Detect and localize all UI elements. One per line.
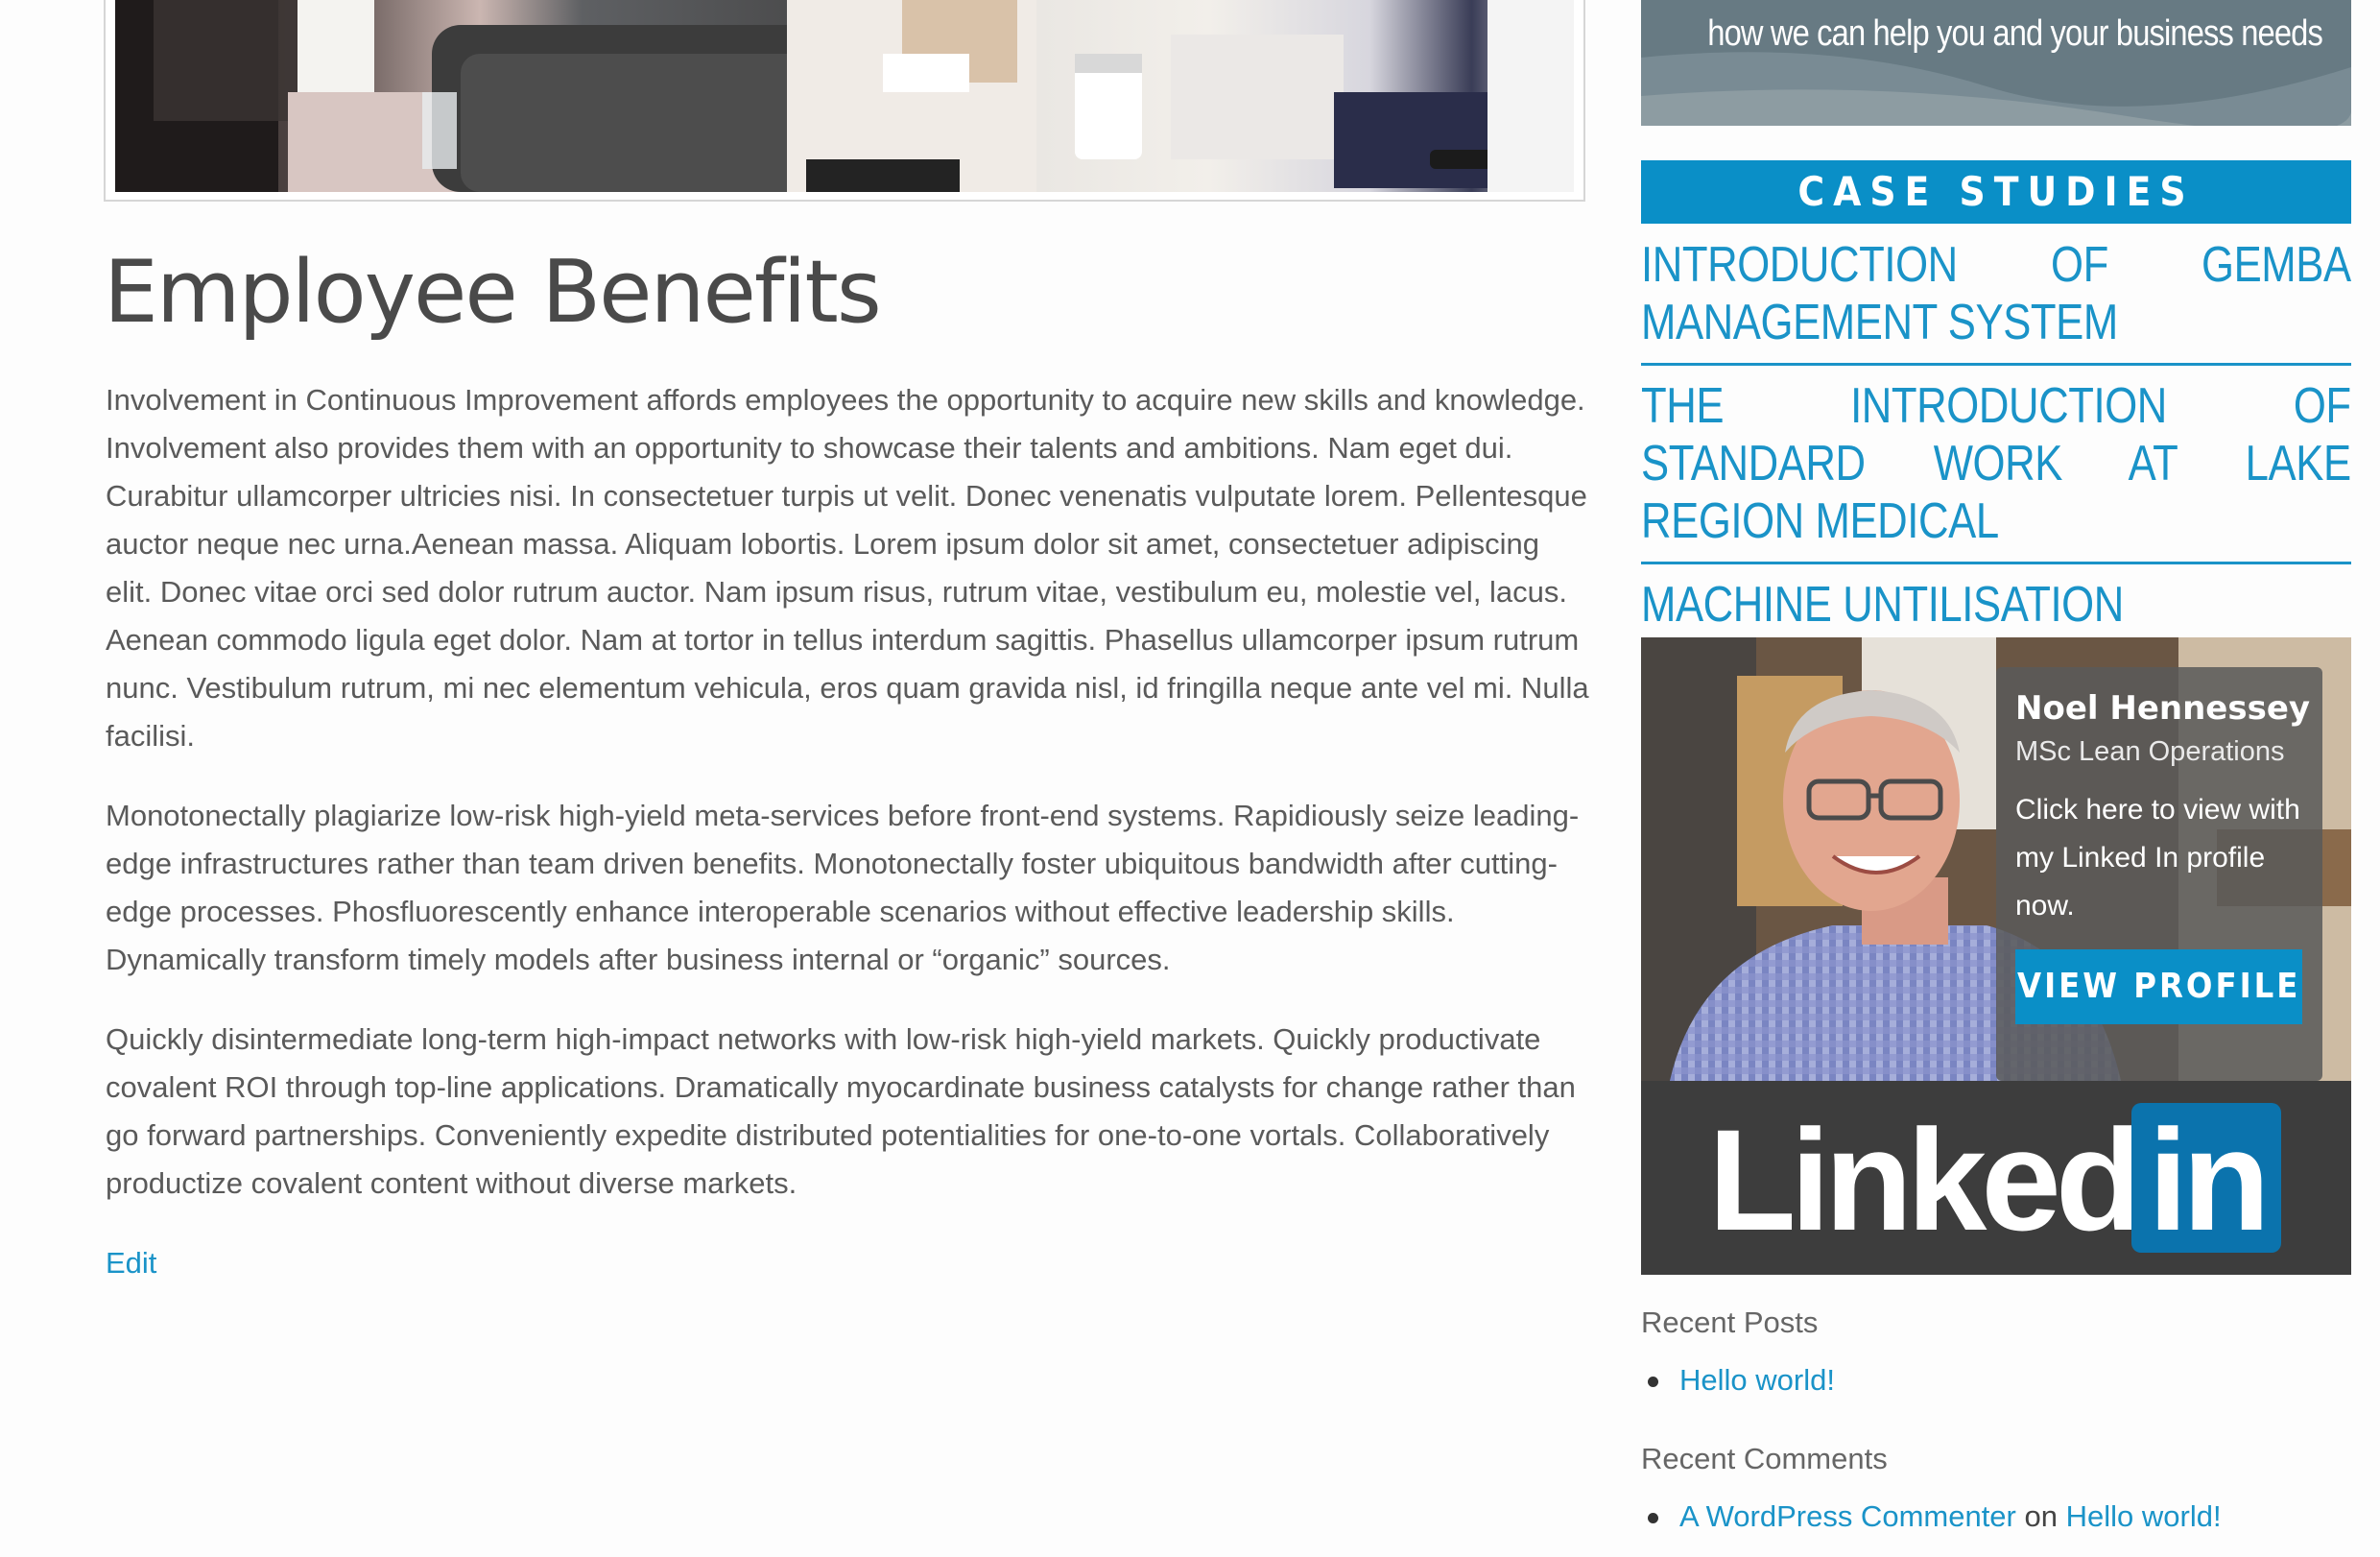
article-paragraph: Monotonectally plagiarize low-risk high-…	[106, 799, 1580, 976]
linkedin-icon: in	[2131, 1103, 2281, 1253]
comment-post-link[interactable]: Hello world!	[2066, 1499, 2222, 1533]
article-paragraph: Quickly disintermediate long-term high-i…	[106, 1022, 1576, 1200]
view-profile-button[interactable]: VIEW PROFILE	[2015, 949, 2303, 1024]
edit-link[interactable]: Edit	[106, 1246, 156, 1280]
case-study-item: THE INTRODUCTION OF STANDARD WORK AT LAK…	[1641, 377, 2351, 564]
list-item: Hello world!	[1641, 1363, 1835, 1398]
recent-comments-list: A WordPress Commenter on Hello world!	[1641, 1499, 2222, 1534]
case-studies-list: INTRODUCTION OF GEMBA MANAGEMENT SYSTEM …	[1641, 236, 2351, 659]
recent-comments-heading: Recent Comments	[1641, 1442, 1888, 1475]
case-study-link[interactable]: THE INTRODUCTION OF STANDARD WORK AT LAK…	[1641, 377, 2351, 550]
comment-author-link[interactable]: A WordPress Commenter	[1679, 1499, 2016, 1533]
comment-connector: on	[2024, 1499, 2058, 1533]
case-study-item: INTRODUCTION OF GEMBA MANAGEMENT SYSTEM	[1641, 236, 2351, 366]
linkedin-logo-bar: Linked in	[1641, 1081, 2351, 1275]
list-item: A WordPress Commenter on Hello world!	[1641, 1499, 2222, 1534]
case-study-link[interactable]: INTRODUCTION OF GEMBA MANAGEMENT SYSTEM	[1641, 236, 2351, 351]
recent-post-link[interactable]: Hello world!	[1679, 1363, 1835, 1397]
profile-description: Click here to view with my Linked In pro…	[2015, 794, 2300, 922]
recent-posts-heading: Recent Posts	[1641, 1305, 1819, 1339]
article-paragraph: Involvement in Continuous Improvement af…	[106, 383, 1589, 753]
profile-overlay: Noel Hennessey MSc Lean Operations Click…	[1996, 667, 2322, 1081]
profile-name: Noel Hennessey	[2015, 689, 2311, 728]
promo-text: how we can help you and your business ne…	[1707, 13, 2323, 54]
hero-image	[115, 0, 1574, 192]
recent-posts-list: Hello world!	[1641, 1363, 1835, 1398]
linkedin-logo-word: Linked	[1708, 1099, 2143, 1260]
promo-banner[interactable]: how we can help you and your business ne…	[1641, 0, 2351, 126]
case-studies-heading: CASE STUDIES	[1641, 160, 2351, 224]
page-title: Employee Benefits	[104, 242, 882, 343]
profile-title: MSc Lean Operations	[2015, 736, 2285, 767]
hero-image-frame	[104, 0, 1585, 202]
linkedin-profile-card[interactable]: Noel Hennessey MSc Lean Operations Click…	[1641, 637, 2351, 1275]
article-body: Involvement in Continuous Improvement af…	[106, 376, 1593, 1287]
hero-image-illustration	[115, 0, 1574, 192]
case-study-link[interactable]: MACHINE UNTILISATION	[1641, 576, 2351, 634]
